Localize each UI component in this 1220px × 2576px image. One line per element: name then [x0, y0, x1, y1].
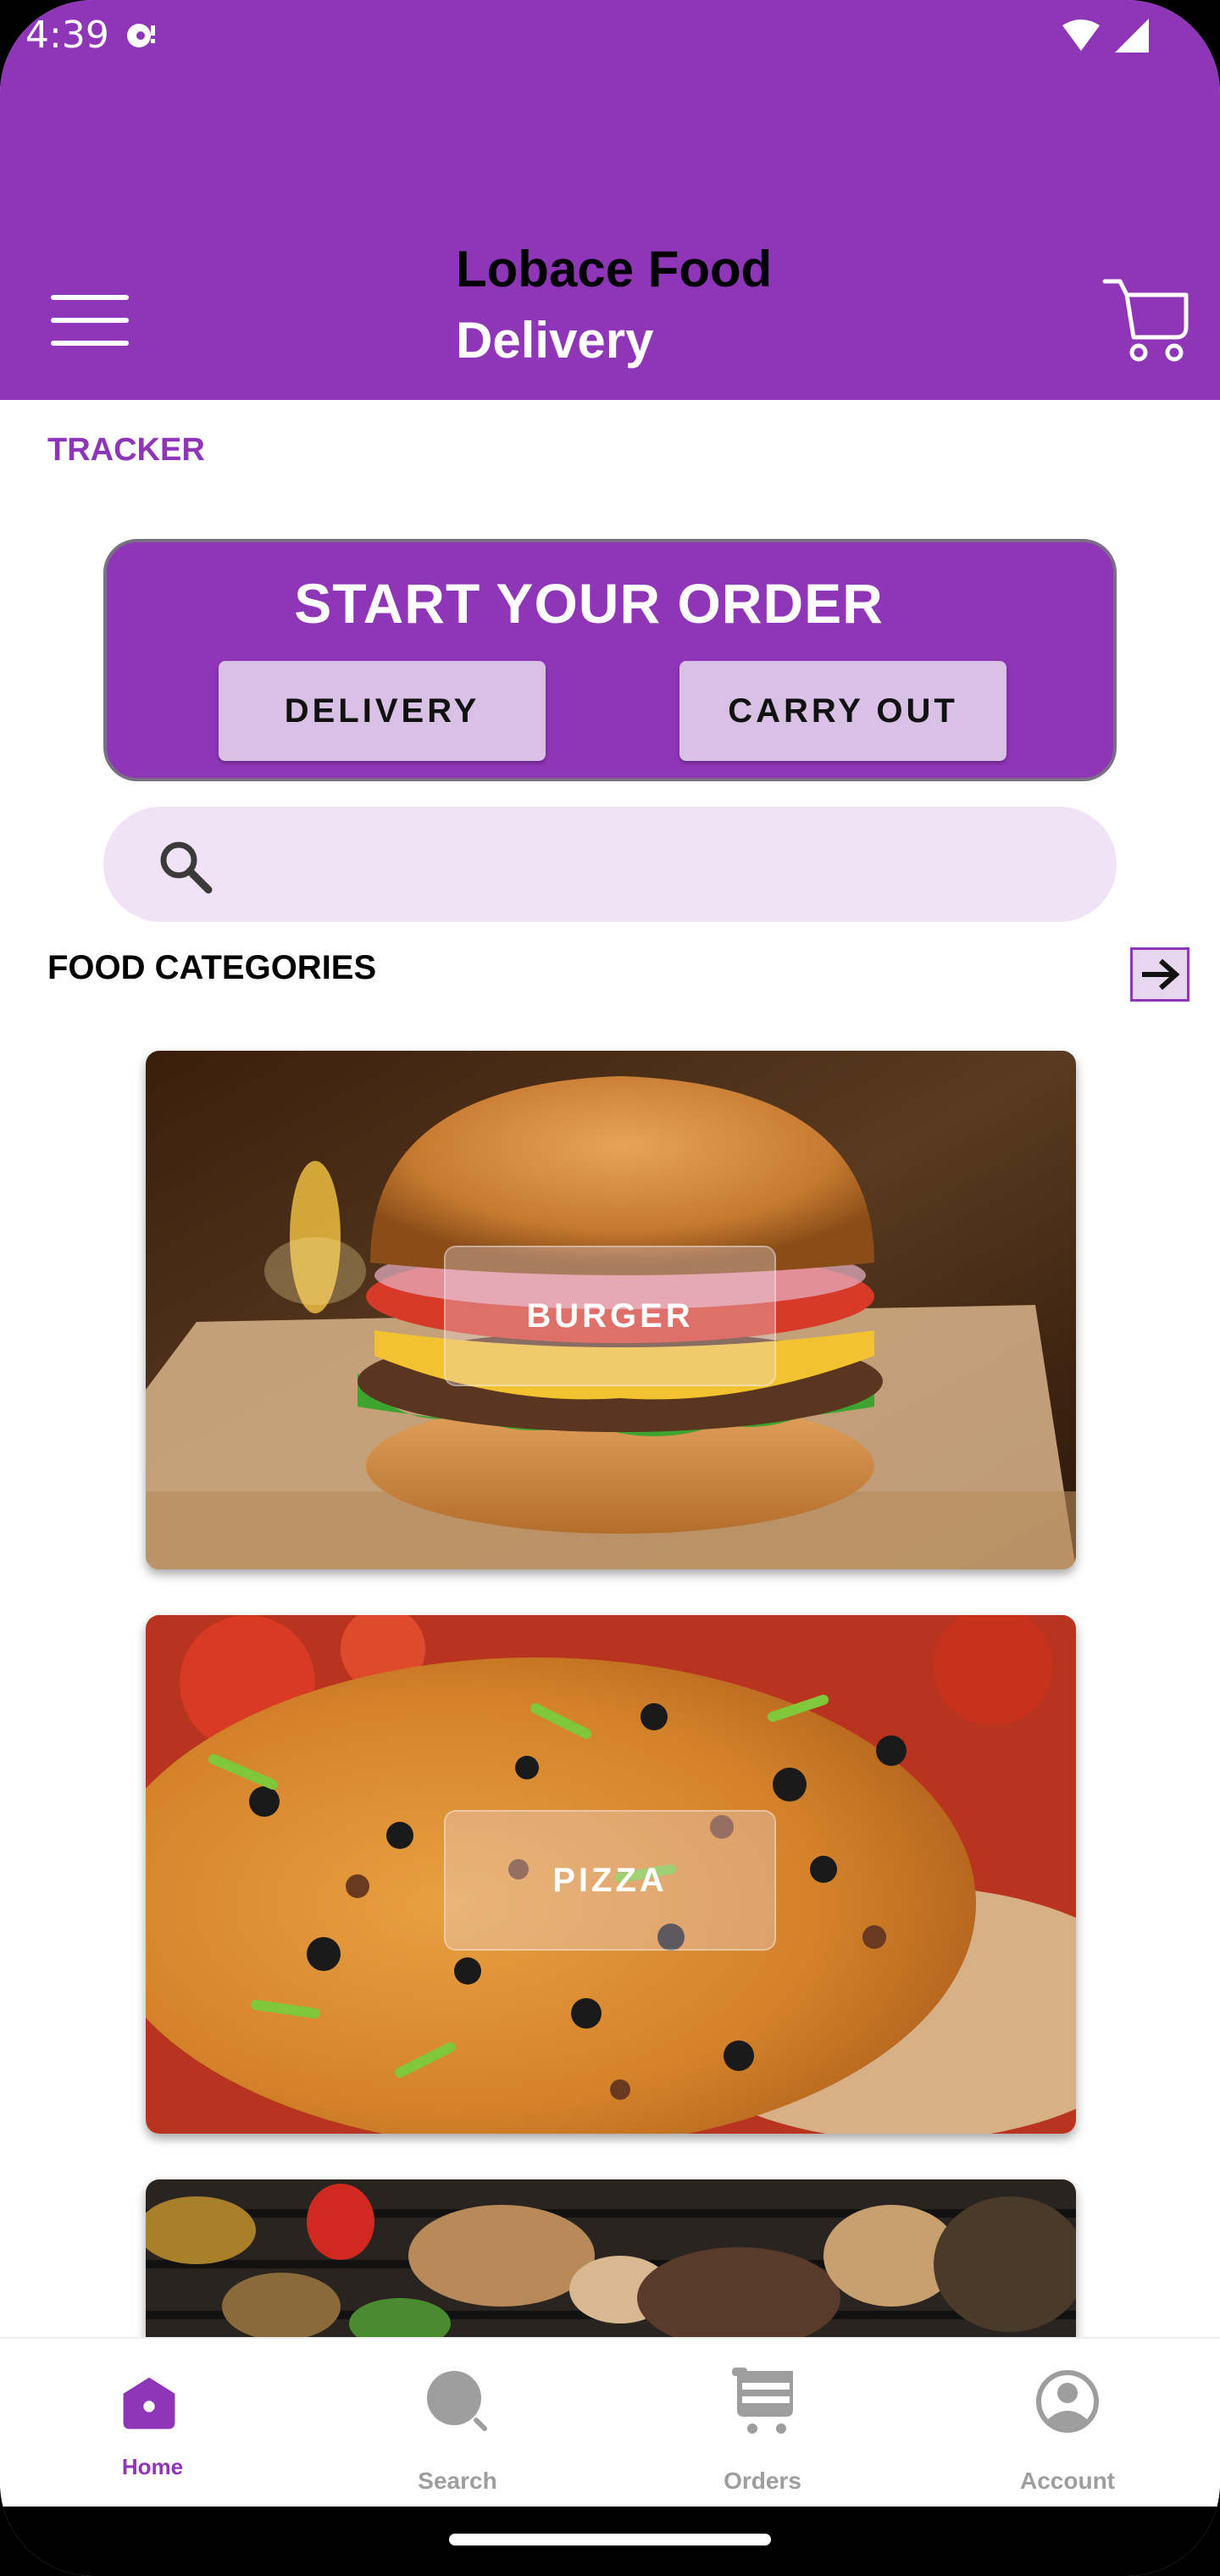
search-icon: [160, 841, 213, 894]
arrow-right-icon[interactable]: [1130, 947, 1190, 1002]
notification-icon: [127, 24, 155, 47]
nav-label-orders: Orders: [724, 2468, 801, 2494]
account-icon: [1036, 2370, 1099, 2433]
app-header: 4:39 Lobace Food Delivery: [0, 0, 1220, 400]
home-icon: [123, 2377, 175, 2429]
status-time: 4:39: [25, 14, 109, 57]
nav-item-orders[interactable]: Orders: [610, 2339, 915, 2508]
carry-out-button[interactable]: CARRY OUT: [679, 661, 1006, 761]
home-gesture-bar[interactable]: [449, 2534, 771, 2545]
nav-label-home: Home: [121, 2454, 184, 2479]
menu-line: [51, 341, 129, 346]
search-icon: [427, 2371, 487, 2431]
arrow-right-glyph: [1142, 958, 1180, 991]
shopping-cart-icon[interactable]: [1101, 276, 1191, 364]
nav-label-search: Search: [418, 2468, 497, 2494]
nav-label-account: Account: [1020, 2468, 1115, 2494]
signal-wifi-icon: [1062, 19, 1149, 53]
menu-line: [51, 295, 129, 300]
cart-icon: [732, 2368, 793, 2434]
bottom-navigation: Home Search Orders Account: [0, 2337, 1220, 2507]
category-card-burger[interactable]: BURGER: [146, 1051, 1076, 1569]
app-title-line2: Delivery: [456, 312, 654, 369]
hamburger-menu-icon[interactable]: [51, 295, 129, 346]
start-order-card: START YOUR ORDER DELIVERY CARRY OUT: [103, 539, 1117, 781]
category-label: BURGER: [444, 1246, 776, 1386]
app-screen: 4:39 Lobace Food Delivery TRACKER START …: [0, 0, 1220, 2576]
menu-line: [51, 318, 129, 323]
app-title: Lobace Food Delivery: [456, 234, 812, 376]
nav-item-home[interactable]: Home: [0, 2339, 305, 2508]
nav-item-search[interactable]: Search: [305, 2339, 610, 2508]
tracker-link[interactable]: TRACKER: [47, 432, 205, 469]
search-input[interactable]: [239, 824, 1086, 905]
app-title-line1: Lobace Food: [456, 241, 773, 297]
nav-item-account[interactable]: Account: [915, 2339, 1220, 2508]
food-categories-heading: FOOD CATEGORIES: [47, 949, 377, 986]
category-card-pizza[interactable]: PIZZA: [146, 1615, 1076, 2134]
order-card-title: START YOUR ORDER: [294, 572, 884, 635]
search-bar[interactable]: [103, 807, 1117, 922]
delivery-button[interactable]: DELIVERY: [219, 661, 546, 761]
category-label: PIZZA: [444, 1810, 776, 1951]
